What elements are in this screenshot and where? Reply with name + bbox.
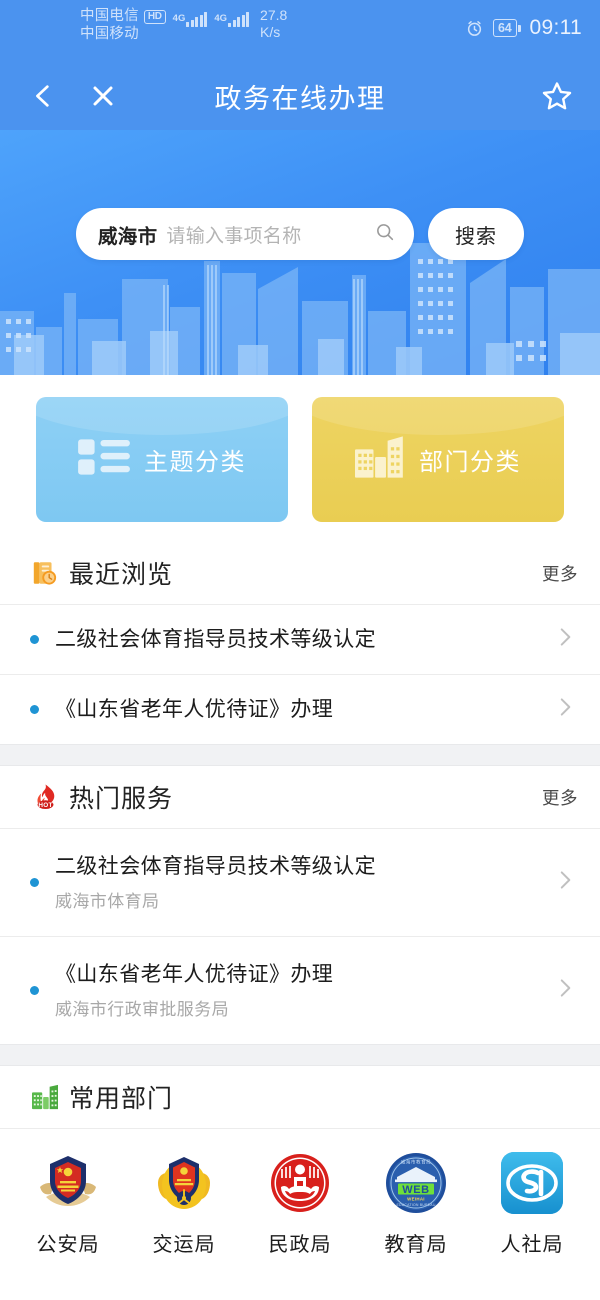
battery-cap: [517, 24, 521, 32]
category-card-department[interactable]: 部门分类: [312, 397, 564, 522]
list-item-text: 《山东省老年人优待证》办理 威海市行政审批服务局: [55, 961, 542, 1020]
search-placeholder: 请输入事项名称: [166, 225, 302, 247]
department-label: 人社局: [500, 1234, 564, 1256]
department-label: 民政局: [268, 1234, 332, 1256]
transport-emblem-icon: [152, 1151, 216, 1215]
chevron-right-icon: [552, 867, 578, 898]
bullet-dot: [30, 635, 39, 644]
list-item[interactable]: 《山东省老年人优待证》办理 威海市行政审批服务局: [0, 936, 600, 1044]
status-bar-right: 64 09:11: [465, 16, 582, 40]
department-item-education[interactable]: WEB WEIHAI EDUCATION BUREAU 威海市教育局 教育局: [360, 1151, 472, 1257]
list-item[interactable]: 二级社会体育指导员技术等级认定: [0, 604, 600, 674]
category-card-department-label: 部门分类: [419, 449, 521, 476]
bullet-dot: [30, 986, 39, 995]
status-bar: 中国电信 HD 中国移动 4G 4G 27.8 K/s 64 09:11: [0, 0, 600, 62]
section-header-recent: 最近浏览 更多: [0, 542, 600, 604]
category-card-theme[interactable]: 主题分类: [36, 397, 288, 522]
hot-flame-icon: HOT: [30, 782, 60, 812]
carrier-labels: 中国电信 HD 中国移动: [80, 8, 166, 43]
department-label: 教育局: [384, 1234, 448, 1256]
svg-text:HOT: HOT: [38, 801, 52, 808]
book-clock-icon: [30, 558, 60, 588]
section-title-departments: 常用部门: [69, 1085, 174, 1113]
carrier-primary-label: 中国电信: [80, 8, 139, 24]
hero-banner: 威海市 请输入事项名称 搜索: [0, 130, 600, 375]
list-item-text: 《山东省老年人优待证》办理: [55, 696, 542, 723]
section-header-hot: HOT 热门服务 更多: [0, 766, 600, 828]
status-bar-left: 中国电信 HD 中国移动 4G 4G 27.8 K/s: [80, 7, 287, 43]
chevron-right-icon: [552, 624, 578, 655]
network-type-label-2: 4G: [214, 13, 228, 24]
department-item-public-security[interactable]: 公安局: [12, 1151, 124, 1257]
svg-text:WEIHAI: WEIHAI: [407, 1197, 425, 1202]
category-cards: 主题分类 部门分类: [0, 375, 600, 542]
search-button[interactable]: 搜索: [428, 208, 524, 260]
alarm-clock-icon: [465, 19, 484, 38]
department-item-social-security[interactable]: 人社局: [476, 1151, 588, 1257]
buildings-icon: [355, 436, 405, 483]
search-row: 威海市 请输入事项名称 搜索: [0, 208, 600, 260]
department-label: 交运局: [152, 1234, 216, 1256]
department-grid: 公安局 交运局 民政局 WEB WEIHAI EDUCATION BUREAU …: [0, 1128, 600, 1271]
search-icon[interactable]: [374, 221, 396, 248]
close-button[interactable]: [88, 81, 118, 111]
network-speed: 27.8 K/s: [260, 7, 287, 41]
carrier-secondary-label: 中国移动: [80, 25, 139, 42]
section-title-hot: 热门服务: [69, 785, 174, 813]
category-card-theme-label: 主题分类: [144, 449, 246, 476]
search-city-label[interactable]: 威海市: [98, 220, 157, 249]
chevron-right-icon: [552, 694, 578, 725]
section-divider: [0, 744, 600, 766]
more-link-recent[interactable]: 更多: [542, 561, 578, 586]
hd-badge: HD: [143, 9, 166, 25]
signal-bars-icon-2: [228, 12, 250, 27]
list-item-text: 二级社会体育指导员技术等级认定 威海市体育局: [55, 853, 542, 912]
network-type-label-1: 4G: [172, 13, 186, 24]
list-item-subtitle: 威海市体育局: [55, 892, 160, 912]
list-item-title: 二级社会体育指导员技术等级认定: [55, 627, 376, 651]
battery-percent-label: 64: [492, 18, 517, 38]
list-item[interactable]: 《山东省老年人优待证》办理: [0, 674, 600, 744]
chevron-right-icon: [552, 975, 578, 1006]
green-buildings-icon: [30, 1082, 60, 1112]
signal-bars-icon-1: [186, 12, 208, 27]
more-link-hot[interactable]: 更多: [542, 785, 578, 810]
civil-affairs-emblem-icon: [268, 1151, 332, 1215]
section-header-departments: 常用部门: [0, 1066, 600, 1128]
list-item[interactable]: 二级社会体育指导员技术等级认定 威海市体育局: [0, 828, 600, 936]
title-bar: 政务在线办理: [0, 62, 600, 130]
education-web-emblem-icon: WEB WEIHAI EDUCATION BUREAU 威海市教育局: [384, 1151, 448, 1215]
search-input[interactable]: 威海市 请输入事项名称: [76, 208, 414, 260]
department-item-transport[interactable]: 交运局: [128, 1151, 240, 1257]
svg-text:威海市教育局: 威海市教育局: [401, 1159, 432, 1166]
app-screen: 中国电信 HD 中国移动 4G 4G 27.8 K/s 64 09:11 政务在…: [0, 0, 600, 1300]
department-label: 公安局: [36, 1234, 100, 1256]
section-title-recent: 最近浏览: [69, 561, 174, 589]
social-security-si-icon: [500, 1151, 564, 1215]
network-speed-value: 27.8: [260, 7, 288, 23]
svg-text:EDUCATION BUREAU: EDUCATION BUREAU: [396, 1203, 435, 1207]
section-divider: [0, 1044, 600, 1066]
list-item-title: 二级社会体育指导员技术等级认定: [55, 854, 376, 878]
list-item-title: 《山东省老年人优待证》办理: [55, 697, 334, 721]
list-item-text: 二级社会体育指导员技术等级认定: [55, 626, 542, 653]
bullet-dot: [30, 878, 39, 887]
list-item-subtitle: 威海市行政审批服务局: [55, 1000, 229, 1020]
signal-indicator-1: 4G: [173, 12, 208, 27]
clock-label: 09:11: [529, 16, 582, 39]
back-button[interactable]: [28, 81, 58, 111]
department-item-civil-affairs[interactable]: 民政局: [244, 1151, 356, 1257]
list-grid-icon: [78, 437, 130, 482]
battery-indicator: 64: [492, 18, 521, 38]
list-item-title: 《山东省老年人优待证》办理: [55, 962, 334, 986]
police-emblem-icon: [36, 1151, 100, 1215]
svg-text:WEB: WEB: [402, 1184, 429, 1196]
bullet-dot: [30, 705, 39, 714]
signal-indicator-2: 4G: [214, 12, 250, 27]
favorite-button[interactable]: [540, 79, 574, 113]
network-speed-unit: K/s: [260, 23, 281, 40]
